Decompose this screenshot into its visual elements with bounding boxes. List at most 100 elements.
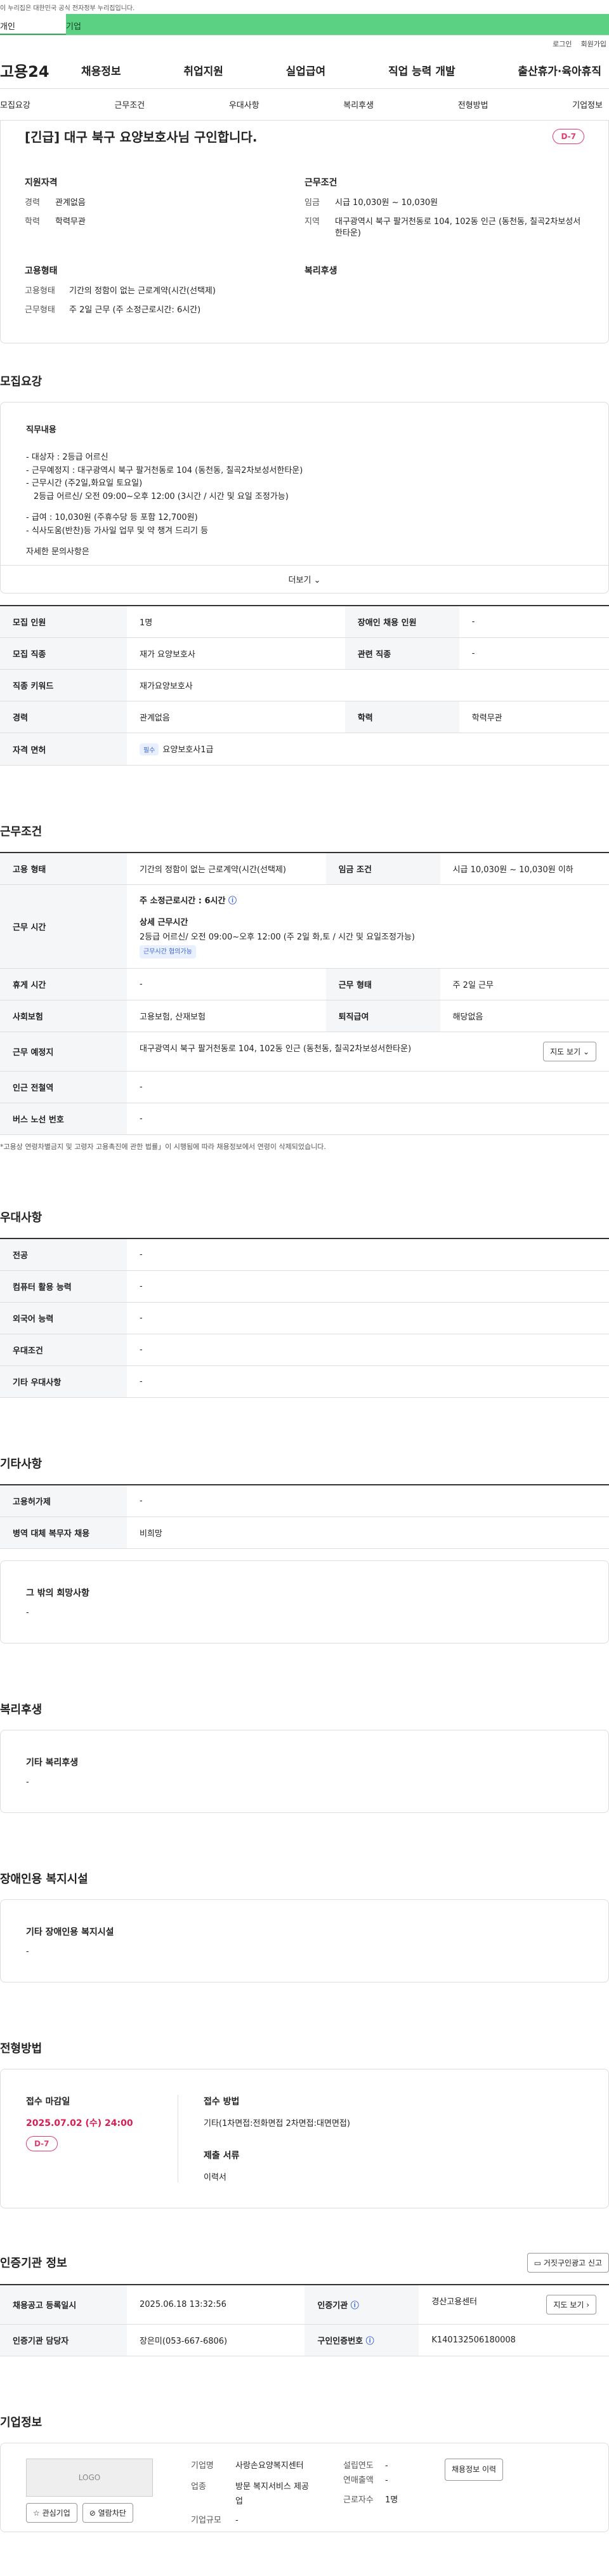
age-note: *고용상 연령차별금지 및 고령자 고용촉진에 관한 법률」이 시행됨에 따라 … (0, 1142, 326, 1151)
section-nav: 모집요강 근무조건 우대사항 복리후생 전형방법 기업정보 (0, 89, 609, 121)
desc-line: - 근무시간 (주2일,화요일 토요일) (26, 479, 143, 489)
agency-title: 인증기관 정보 (0, 2257, 67, 2271)
gnb-item[interactable]: 채용정보 (81, 62, 121, 78)
table-row: 인근 전철역 - (0, 1071, 609, 1103)
welfare-heading: 복리후생 (304, 265, 337, 276)
welfare-title: 복리후생 (0, 1703, 43, 1716)
tab-personal[interactable]: 개인 (0, 14, 66, 35)
table-row: 채용공고 등록일시 2025.06.18 13:32:56 인증기관 ⓘ 경산고용센터… (0, 2284, 609, 2325)
company-logo: LOGO (26, 2458, 153, 2497)
job-summary: [긴급] 대구 북구 요양보호사님 구인합니다. D-7 지원자격 경력 관계없음… (0, 121, 609, 343)
signup-link[interactable]: 회원가입 (581, 39, 606, 49)
info-icon[interactable]: ⓘ (351, 2301, 359, 2311)
gnb-item[interactable]: 출산휴가·육아휴직 (518, 62, 601, 78)
kv-value: 시급 10,030원 ~ 10,030원 (335, 198, 438, 208)
map-button[interactable]: 지도 보기 ⌄ (543, 1041, 596, 1061)
desc-line: - 대상자 : 2등급 어르신 (26, 452, 108, 462)
dday-badge: D-7 (553, 128, 584, 144)
chevron-down-icon: ⌄ (313, 576, 321, 586)
snb-item[interactable]: 모집요강 (0, 98, 30, 110)
desc-line: - 급여 : 10,030원 (주휴수당 등 포함 12,700원) (26, 512, 198, 522)
desc-line: - 근무예정지 : 대구광역시 북구 팔거천동로 104 (동천동, 칠곡2차보… (26, 465, 303, 475)
cond-heading: 근무조건 (304, 178, 337, 188)
gov-banner: 이 누리집은 대한민국 공식 전자정부 누리집입니다. (0, 0, 609, 14)
desc-line: 자세한 문의사항은 (26, 547, 89, 557)
table-row: 고용 형태 기간의 정함이 없는 근로계약(시간(선택제) 임금 조건 시급 10,0… (0, 853, 609, 886)
kv-key: 지역 (304, 217, 320, 227)
documents: 이력서 (204, 2172, 226, 2182)
table-row: 전공 - (0, 1238, 609, 1271)
deadline: 2025.07.02 (수) 24:00 (26, 2118, 133, 2128)
etc-box: 그 밖의 희망사항 - (0, 1560, 609, 1643)
apply-method: 기타(1차면접:전화면접 2차면접:대면면접) (204, 2118, 350, 2128)
snb-item[interactable]: 전형방법 (458, 98, 488, 110)
history-button[interactable]: 채용정보 이력 (445, 2458, 504, 2481)
report-button[interactable]: ▭ 거짓구인광고 신고 (527, 2252, 609, 2273)
detail-hours: 2등급 어르신/ 오전 09:00~오후 12:00 (주 2일 화,토 / 시… (140, 932, 415, 942)
desc-line: 2등급 어르신/ 오전 09:00~오후 12:00 (3시간 / 시간 및 요… (34, 492, 289, 502)
table-row: 휴게 시간 - 근무 형태 주 2일 근무 (0, 968, 609, 1000)
favorite-button[interactable]: ☆ 관심기업 (26, 2502, 77, 2523)
pref-title: 우대사항 (0, 1211, 43, 1225)
welfare-box: 기타 복리후생 - (0, 1729, 609, 1813)
info-icon[interactable]: ⓘ (366, 2337, 374, 2346)
doc-icon: ▭ (534, 2258, 542, 2267)
etc-title: 기타사항 (0, 1457, 43, 1471)
kv-value: 주 2일 근무 (주 소정근로시간: 6시간) (69, 305, 201, 315)
selection-box: 접수 마감일 2025.07.02 (수) 24:00 D-7 접수 방법 기타… (0, 2068, 609, 2208)
snb-item[interactable]: 우대사항 (229, 98, 259, 110)
table-row: 컴퓨터 활용 능력 - (0, 1270, 609, 1303)
agency-table: 채용공고 등록일시 2025.06.18 13:32:56 인증기관 ⓘ 경산고용센터… (0, 2283, 609, 2356)
job-description: 직무내용 - 대상자 : 2등급 어르신 - 근무예정지 : 대구광역시 북구 … (0, 401, 609, 594)
disabled-box: 기타 장애인용 복지시설 - (0, 1899, 609, 1982)
table-row: 자격 면허 필수 요양보호사1급 (0, 733, 609, 766)
table-row: 모집 직종 재가 요양보호사 관련 직종 - (0, 637, 609, 670)
table-row: 근무 시간 주 소정근로시간 : 6시간 ⓘ 상세 근무시간 2등급 어르신/ … (0, 884, 609, 969)
table-row: 우대조건 - (0, 1334, 609, 1366)
snb-item[interactable]: 근무조건 (114, 98, 145, 110)
desc-heading: 직무내용 (26, 425, 56, 435)
work-title: 근무조건 (0, 825, 43, 839)
type-heading: 고용형태 (25, 265, 58, 276)
info-icon[interactable]: ⓘ (228, 896, 237, 906)
tab-company[interactable]: 기업 (66, 14, 609, 35)
gnb-item[interactable]: 취업지원 (183, 62, 223, 78)
weekly-hours: 주 소정근로시간 : 6시간 ⓘ (140, 896, 237, 906)
kv-value: 기간의 정함이 없는 근로계약(시간(선택제) (69, 286, 216, 296)
kv-key: 학력 (25, 217, 40, 227)
etc-table: 고용허가제 - 병역 대체 복무자 채용 비희망 (0, 1484, 609, 1549)
table-row: 고용허가제 - (0, 1484, 609, 1517)
required-chip: 필수 (140, 743, 159, 756)
table-row: 직종 키워드 재가요양보호사 (0, 669, 609, 702)
desc-line: - 식사도움(반찬)등 가사일 업무 및 약 챙겨 드리기 등 (26, 526, 209, 536)
work-table: 고용 형태 기간의 정함이 없는 근로계약(시간(선택제) 임금 조건 시급 10,0… (0, 852, 609, 1135)
kv-value: 관계없음 (55, 198, 86, 208)
block-button[interactable]: ⊘ 열람차단 (82, 2502, 133, 2523)
table-row: 버스 노선 번호 - (0, 1103, 609, 1135)
job-title: [긴급] 대구 북구 요양보호사님 구인합니다. (25, 129, 258, 145)
user-type-tabs: 개인 기업 (0, 14, 609, 36)
disabled-title: 장애인용 복지시설 (0, 1872, 88, 1886)
global-nav: 고용24 채용정보 취업지원 실업급여 직업 능력 개발 출산휴가·육아휴직 (0, 52, 609, 89)
snb-item[interactable]: 복리후생 (343, 98, 374, 110)
company-title: 기업정보 (0, 2415, 43, 2429)
table-row: 외국어 능력 - (0, 1302, 609, 1334)
snb-item[interactable]: 기업정보 (572, 98, 603, 110)
table-row: 경력 관계없음 학력 학력무관 (0, 701, 609, 734)
kv-value: 대구광역시 북구 팔거천동로 104, 102동 인근 (동천동, 칠곡2차보성… (335, 217, 581, 239)
table-row: 사회보험 고용보험, 산재보험 퇴직급여 해당없음 (0, 1000, 609, 1032)
negotiable-chip: 근무시간 협의가능 (140, 945, 196, 959)
kv-value: 학력무관 (55, 217, 86, 227)
more-button[interactable]: 더보기 ⌄ (1, 565, 608, 593)
table-row: 기타 우대사항 - (0, 1365, 609, 1398)
login-link[interactable]: 로그인 (553, 39, 572, 49)
gnb-item[interactable]: 실업급여 (286, 62, 326, 78)
kv-key: 임금 (304, 198, 320, 208)
recruit-title: 모집요강 (0, 375, 43, 388)
site-logo[interactable]: 고용24 (0, 59, 81, 81)
company-box: LOGO ☆ 관심기업 ⊘ 열람차단 기업명 사랑손요양복지센터 업종 방문 복지서… (0, 2442, 609, 2533)
dday-badge: D-7 (26, 2135, 58, 2151)
map-button[interactable]: 지도 보기 › (546, 2294, 596, 2314)
gnb-item[interactable]: 직업 능력 개발 (388, 62, 455, 78)
table-row: 모집 인원 1명 장애인 채용 인원 - (0, 606, 609, 639)
